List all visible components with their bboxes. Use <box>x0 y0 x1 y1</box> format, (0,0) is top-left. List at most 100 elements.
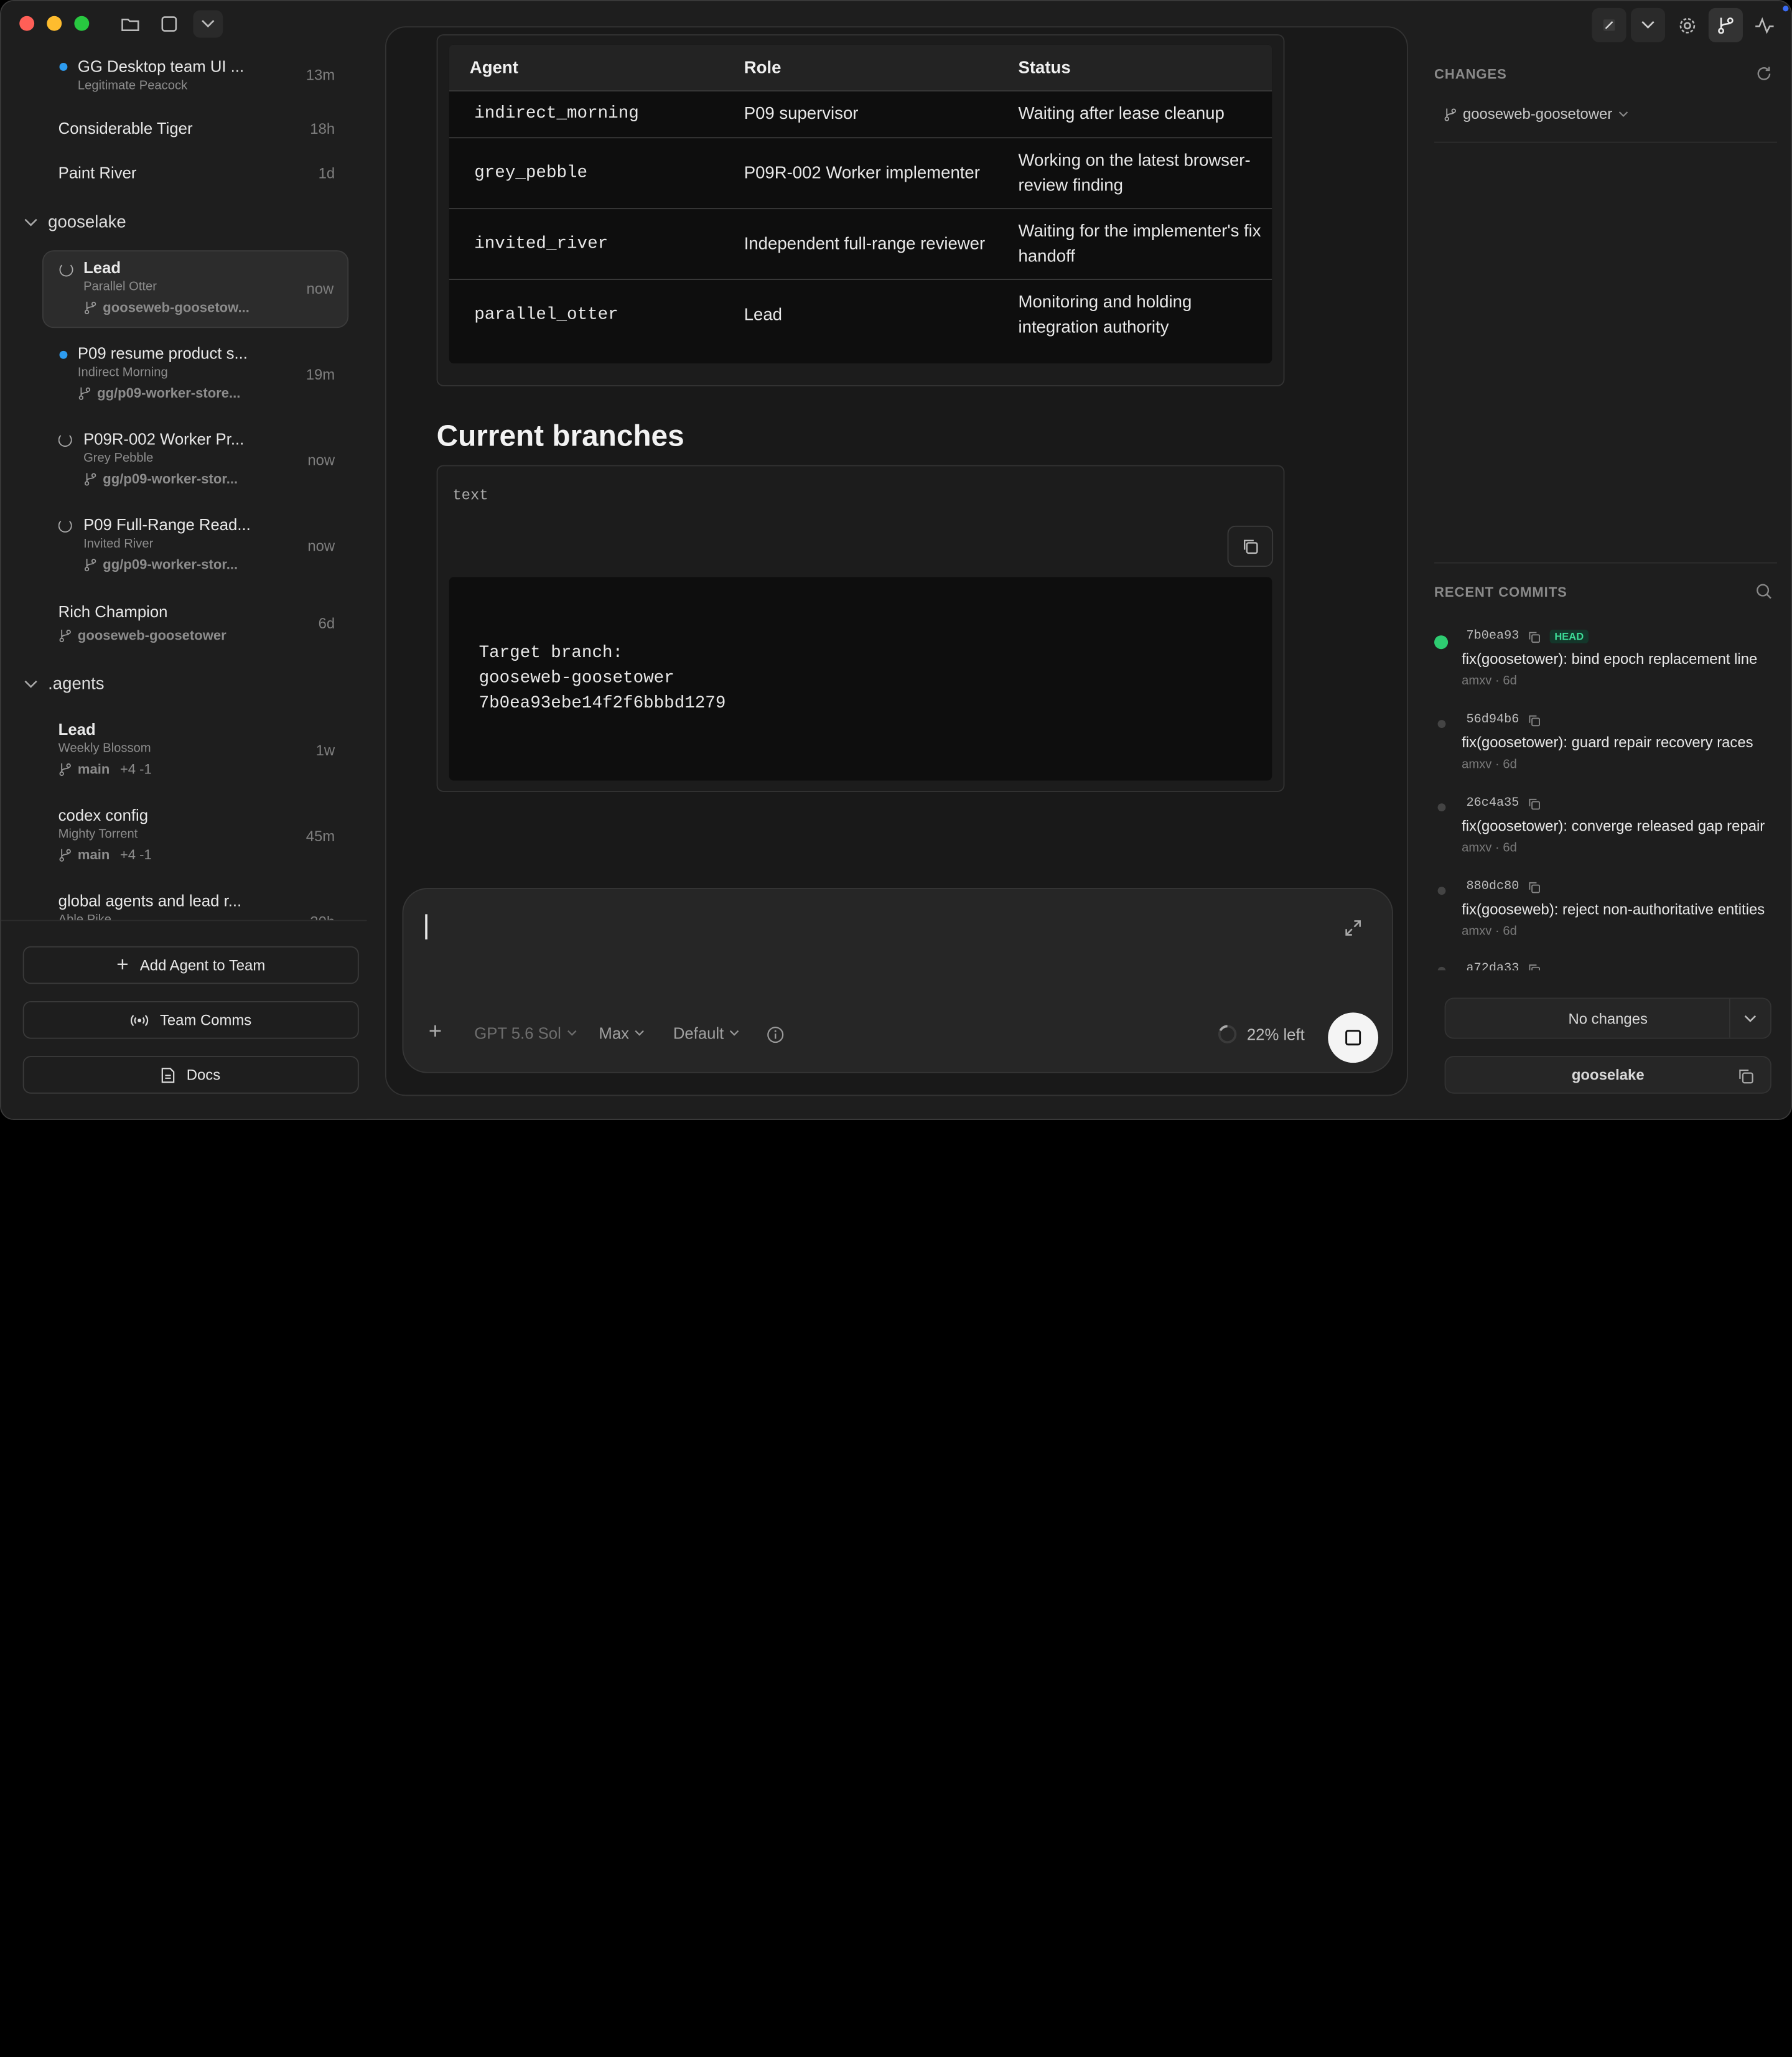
chevron-down-icon[interactable] <box>1630 7 1666 42</box>
model-label: GPT 5.6 Sol <box>474 1024 561 1043</box>
gear-icon[interactable] <box>1669 8 1704 42</box>
branch-name: gooseweb-goosetow... <box>103 299 250 315</box>
loading-spinner-icon <box>59 263 73 277</box>
workspace-button[interactable]: gooselake <box>1444 1056 1771 1094</box>
chevron-down-icon <box>24 679 37 688</box>
list-item[interactable]: P09 resume product s... Indirect Morning… <box>78 344 348 413</box>
copy-code-button[interactable] <box>1227 525 1274 567</box>
git-branch-icon[interactable] <box>1708 7 1743 42</box>
copy-icon[interactable] <box>1528 714 1541 726</box>
chevron-down-icon[interactable] <box>1729 999 1770 1038</box>
table-row: invited_river Independent full-range rev… <box>449 208 1272 279</box>
mode-select[interactable]: Default <box>673 1024 740 1042</box>
stop-button[interactable] <box>1328 1012 1379 1063</box>
unread-dot <box>59 350 68 359</box>
list-item[interactable]: Lead Weekly Blossom main +4 -1 1w <box>58 720 349 788</box>
commit-hash: a72da33 <box>1466 962 1519 971</box>
folder-icon[interactable] <box>116 11 146 38</box>
editor-icon[interactable] <box>1592 7 1626 42</box>
meta-separator: · <box>1495 924 1500 938</box>
branch-name: gooseweb-goosetower <box>77 627 226 644</box>
unread-dot <box>59 63 68 71</box>
code-language-label: text <box>452 487 488 504</box>
info-icon[interactable] <box>767 1026 784 1043</box>
meta-separator: · <box>1495 757 1500 772</box>
agents-table-card: Agent Role Status indirect_morning P09 s… <box>436 34 1285 386</box>
commit-item[interactable]: 880dc80 fix(gooseweb): reject non-author… <box>1462 880 1788 938</box>
diff-stat: +4 -1 <box>119 846 152 863</box>
group-agents[interactable]: .agents <box>24 674 105 694</box>
text-caret <box>425 914 427 940</box>
loading-spinner-icon <box>58 433 72 447</box>
item-subtitle: Mighty Torrent <box>58 827 138 841</box>
cell-role: P09 supervisor <box>744 104 859 124</box>
plus-icon: + <box>116 953 129 976</box>
progress-ring-icon <box>1218 1025 1237 1043</box>
group-gooselake[interactable]: gooselake <box>24 213 126 232</box>
close-window-button[interactable] <box>19 16 35 31</box>
no-changes-button[interactable]: No changes <box>1444 997 1771 1039</box>
list-item[interactable]: Considerable Tiger 18h <box>58 119 349 137</box>
broadcast-icon <box>130 1014 148 1026</box>
document-icon <box>162 1067 175 1083</box>
list-item[interactable]: GG Desktop team UI ... Legitimate Peacoc… <box>78 57 348 93</box>
list-item[interactable]: codex config Mighty Torrent main +4 -1 4… <box>58 806 349 874</box>
item-title: global agents and lead r... <box>58 891 242 910</box>
agents-table: Agent Role Status indirect_morning P09 s… <box>449 44 1272 364</box>
list-item[interactable]: P09 Full-Range Read... Invited River gg/… <box>83 515 348 584</box>
effort-select[interactable]: Max <box>599 1024 645 1042</box>
model-select[interactable]: GPT 5.6 Sol <box>474 1024 577 1042</box>
composer-toolbar: + GPT 5.6 Sol Max Default 22% left <box>403 1012 1394 1063</box>
code-line: Target branch: <box>478 643 623 663</box>
cell-status: Waiting after lease cleanup <box>1018 104 1225 124</box>
chevron-down-icon[interactable] <box>193 10 223 38</box>
list-item[interactable]: Paint River 1d <box>58 164 349 182</box>
branch-select[interactable]: gooseweb-goosetower <box>1444 105 1628 123</box>
item-age: now <box>307 537 335 554</box>
copy-icon[interactable] <box>1528 630 1541 643</box>
activity-icon[interactable] <box>1747 8 1781 42</box>
message-composer[interactable]: + GPT 5.6 Sol Max Default 22% left <box>402 888 1394 1073</box>
minimize-window-button[interactable] <box>47 16 62 31</box>
copy-icon[interactable] <box>1528 880 1541 893</box>
git-panel: CHANGES gooseweb-goosetower RECENT COMMI… <box>1418 1 1791 1119</box>
commit-age: 6d <box>1503 674 1517 688</box>
group-label: gooselake <box>48 212 126 232</box>
column-header: Agent <box>469 57 518 77</box>
search-icon[interactable] <box>1755 583 1773 606</box>
item-title: Lead <box>58 720 96 739</box>
item-age: now <box>306 279 334 297</box>
list-item-selected[interactable]: Lead Parallel Otter gooseweb-goosetow...… <box>42 250 349 329</box>
cell-agent: indirect_morning <box>474 104 639 124</box>
copy-icon[interactable] <box>1737 1067 1755 1088</box>
refresh-icon[interactable] <box>1755 65 1773 88</box>
item-age: 20h <box>310 913 335 920</box>
expand-icon[interactable] <box>1344 919 1362 943</box>
git-branch-icon <box>84 473 96 486</box>
zoom-window-button[interactable] <box>74 16 90 31</box>
cell-role: Lead <box>744 304 782 324</box>
item-age: 19m <box>306 365 335 383</box>
cell-status: Waiting for the implementer's fix handof… <box>1018 221 1261 266</box>
sidebar-toggle-icon[interactable] <box>154 11 184 38</box>
effort-label: Max <box>599 1024 630 1043</box>
commit-item[interactable]: a72da33 <box>1462 963 1788 971</box>
copy-icon[interactable] <box>1528 797 1541 809</box>
add-agent-button[interactable]: + Add Agent to Team <box>22 946 359 984</box>
commit-item[interactable]: 7b0ea93 HEAD fix(goosetower): bind epoch… <box>1462 630 1788 688</box>
cell-status: Working on the latest browser-review fin… <box>1018 150 1251 195</box>
list-item[interactable]: P09R-002 Worker Pr... Grey Pebble gg/p09… <box>83 430 348 498</box>
list-item[interactable]: Rich Champion gooseweb-goosetower 6d <box>58 602 349 648</box>
commit-item[interactable]: 56d94b6 fix(goosetower): guard repair re… <box>1462 713 1788 772</box>
commit-hash: 7b0ea93 <box>1466 630 1519 644</box>
list-item[interactable]: global agents and lead r... Able Pike 20… <box>58 892 349 920</box>
head-commit-dot <box>1434 635 1449 650</box>
docs-button[interactable]: Docs <box>22 1056 359 1094</box>
team-comms-button[interactable]: Team Comms <box>22 1001 359 1039</box>
cell-status: Monitoring and holding integration autho… <box>1018 292 1192 337</box>
branch-name: gg/p09-worker-store... <box>97 385 241 401</box>
attach-plus-icon[interactable]: + <box>429 1019 442 1045</box>
commit-item[interactable]: 26c4a35 fix(goosetower): converge releas… <box>1462 796 1788 855</box>
copy-icon[interactable] <box>1528 963 1541 971</box>
item-age: 1w <box>315 742 335 759</box>
